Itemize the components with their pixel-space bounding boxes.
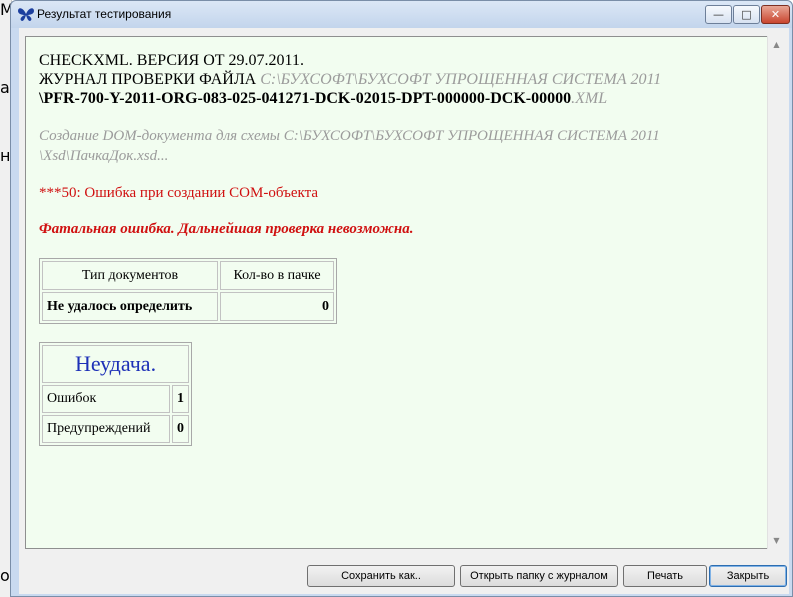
table-row: Ошибок 1 bbox=[42, 385, 189, 413]
open-log-folder-button[interactable]: Открыть папку с журналом bbox=[460, 565, 618, 587]
warnings-label: Предупреждений bbox=[42, 415, 170, 443]
result-status-row: Неудача. bbox=[42, 345, 189, 383]
client-area: CHECKXML. ВЕРСИЯ ОТ 29.07.2011. ЖУРНАЛ П… bbox=[19, 28, 789, 594]
header-doc-type: Тип документов bbox=[42, 261, 218, 290]
test-result-window: Результат тестирования — □ ✕ CHECKXML. В… bbox=[10, 0, 793, 597]
arrow-up-icon[interactable]: ▲ bbox=[768, 36, 785, 53]
error-message: ***50: Ошибка при создании COM-объекта bbox=[39, 185, 318, 201]
journal-line: ЖУРНАЛ ПРОВЕРКИ ФАЙЛА C:\БУХСОФТ\БУХСОФТ… bbox=[39, 70, 759, 89]
doc-type-value: Не удалось определить bbox=[42, 292, 218, 321]
table-row: Предупреждений 0 bbox=[42, 415, 189, 443]
arrow-down-icon[interactable]: ▼ bbox=[768, 532, 785, 549]
fatal-message: Фатальная ошибка. Дальнейшая проверка не… bbox=[39, 221, 414, 237]
header-count: Кол-во в пачке bbox=[220, 261, 334, 290]
result-summary-table: Неудача. Ошибок 1 Предупреждений 0 bbox=[39, 342, 192, 446]
table-header-row: Тип документов Кол-во в пачке bbox=[42, 261, 334, 290]
print-button[interactable]: Печать bbox=[623, 565, 707, 587]
vertical-scrollbar[interactable]: ▲ ▼ bbox=[767, 36, 784, 549]
file-name: \PFR-700-Y-2011-ORG-083-025-041271-DCK-0… bbox=[39, 90, 572, 107]
minimize-button[interactable]: — bbox=[705, 5, 732, 24]
doc-count-value: 0 bbox=[220, 292, 334, 321]
warnings-count: 0 bbox=[172, 415, 189, 443]
window-title: Результат тестирования bbox=[37, 7, 172, 21]
journal-label: ЖУРНАЛ ПРОВЕРКИ ФАЙЛА bbox=[39, 71, 261, 88]
file-line: \PFR-700-Y-2011-ORG-083-025-041271-DCK-0… bbox=[39, 89, 759, 108]
butterfly-icon bbox=[18, 8, 34, 21]
report-view[interactable]: CHECKXML. ВЕРСИЯ ОТ 29.07.2011. ЖУРНАЛ П… bbox=[25, 36, 783, 549]
document-type-table: Тип документов Кол-во в пачке Не удалось… bbox=[39, 258, 337, 324]
maximize-button[interactable]: □ bbox=[733, 5, 760, 24]
title-bar[interactable]: Результат тестирования — □ ✕ bbox=[11, 1, 792, 28]
file-extension: .XML bbox=[571, 90, 608, 107]
close-button[interactable]: Закрыть bbox=[709, 565, 787, 587]
schema-note: Создание DOM-документа для схемы C:\БУХС… bbox=[39, 128, 660, 164]
result-status: Неудача. bbox=[42, 345, 189, 383]
version-line: CHECKXML. ВЕРСИЯ ОТ 29.07.2011. bbox=[39, 52, 304, 69]
errors-label: Ошибок bbox=[42, 385, 170, 413]
table-row: Не удалось определить 0 bbox=[42, 292, 334, 321]
close-window-button[interactable]: ✕ bbox=[761, 5, 790, 24]
errors-count: 1 bbox=[172, 385, 189, 413]
report-content: CHECKXML. ВЕРСИЯ ОТ 29.07.2011. ЖУРНАЛ П… bbox=[39, 51, 759, 446]
save-as-button[interactable]: Сохранить как.. bbox=[307, 565, 455, 587]
journal-path: C:\БУХСОФТ\БУХСОФТ УПРОЩЕННАЯ СИСТЕМА 20… bbox=[260, 71, 662, 88]
